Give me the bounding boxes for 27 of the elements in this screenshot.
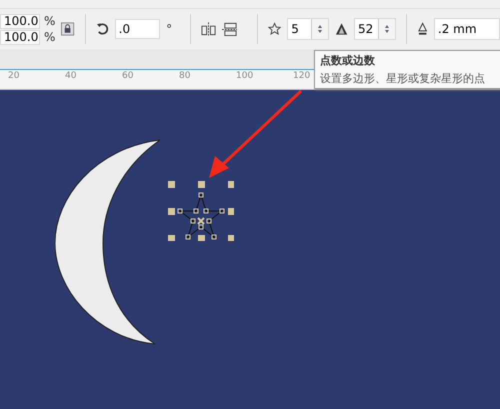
spinner-icon[interactable] bbox=[378, 19, 395, 39]
selected-star-drawing bbox=[168, 181, 234, 241]
percent-label: % bbox=[44, 14, 56, 28]
ruler-label: 120 bbox=[293, 71, 310, 81]
sharpness-field[interactable]: 52 bbox=[354, 18, 396, 40]
ruler-label: 100 bbox=[236, 71, 254, 81]
rotation-field[interactable]: .0 bbox=[114, 19, 160, 39]
ruler-label: 40 bbox=[65, 71, 76, 81]
ruler-label: 80 bbox=[179, 71, 190, 81]
mirror-horizontal-icon[interactable] bbox=[201, 22, 216, 36]
points-field[interactable]: 5 bbox=[287, 18, 329, 40]
scale-x-field[interactable]: 100.0 bbox=[0, 14, 40, 28]
spinner-icon[interactable] bbox=[310, 19, 328, 39]
lock-icon[interactable] bbox=[61, 22, 75, 36]
triangle-icon bbox=[334, 22, 348, 36]
tooltip-text: 设置多边形、星形或复杂星形的点 bbox=[320, 71, 486, 86]
rotate-icon bbox=[96, 22, 109, 36]
star-icon bbox=[268, 22, 282, 36]
ruler-label: 20 bbox=[8, 71, 20, 81]
scale-y-field[interactable]: 100.0 bbox=[0, 30, 40, 44]
percent-label: % bbox=[44, 30, 56, 44]
pen-nib-icon bbox=[416, 22, 428, 36]
mirror-vertical-icon[interactable] bbox=[222, 22, 238, 36]
degree-label: ° bbox=[166, 22, 172, 36]
tooltip-title: 点数或边数 bbox=[320, 53, 376, 68]
ruler-label: 60 bbox=[122, 71, 134, 81]
outline-width-field[interactable]: .2 mm bbox=[434, 18, 500, 40]
